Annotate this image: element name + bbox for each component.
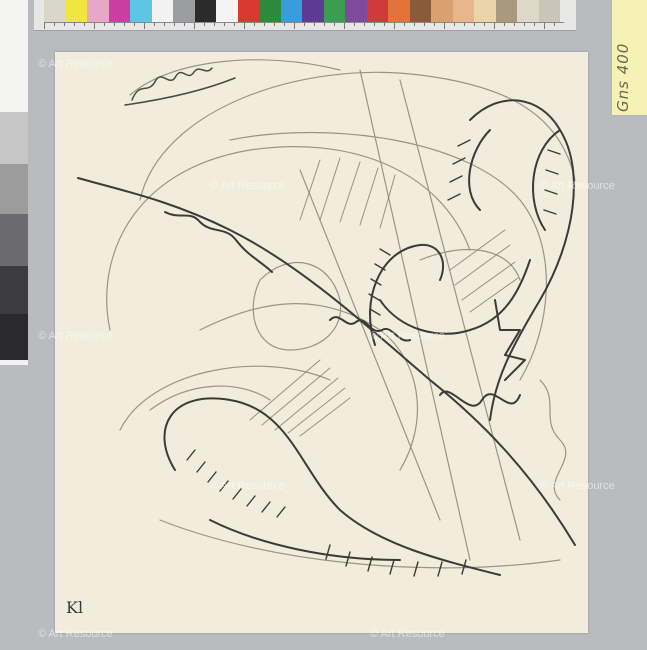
abstract-ink-drawing (77, 59, 576, 577)
watermark: © Art Resource (210, 480, 285, 492)
watermark: © Art Resource (210, 180, 285, 192)
watermark: © Art Resource (370, 330, 445, 342)
watermark: © Art Resource (38, 58, 113, 70)
watermark: © Art Resource (38, 628, 113, 640)
watermark: © Art Resource (38, 330, 113, 342)
photo-frame: Gns 400 Kl © Art Resource © Art Resource… (0, 0, 647, 650)
watermark: © Art Resource (540, 180, 615, 192)
watermark: © Art Resource (370, 628, 445, 640)
watermark: © Art Resource (540, 480, 615, 492)
artist-monogram: Kl (66, 598, 84, 617)
